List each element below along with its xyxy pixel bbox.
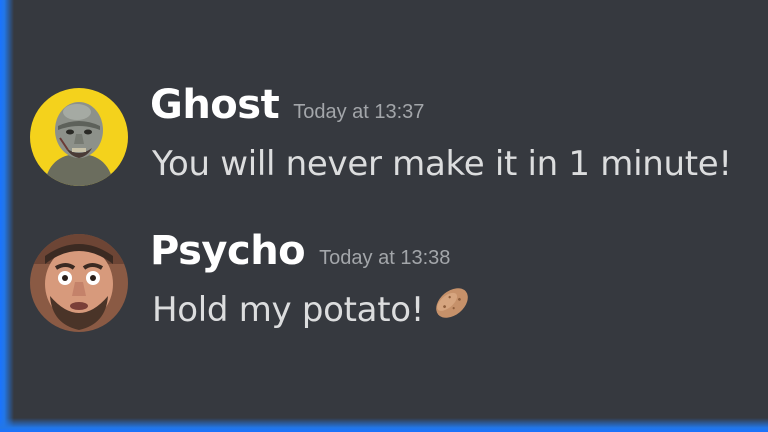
message-text: You will never make it in 1 minute! bbox=[152, 144, 732, 184]
message-text: Hold my potato! bbox=[152, 288, 472, 332]
chat-message[interactable]: Ghost Today at 13:37 You will never make … bbox=[30, 82, 768, 192]
username[interactable]: Psycho bbox=[150, 228, 306, 274]
psycho-avatar[interactable] bbox=[30, 234, 128, 332]
chat-window: Ghost Today at 13:37 You will never make … bbox=[0, 0, 768, 432]
message-header: Ghost Today at 13:37 bbox=[150, 82, 424, 128]
potato-icon bbox=[432, 283, 472, 332]
message-header: Psycho Today at 13:38 bbox=[150, 228, 450, 274]
chat-message[interactable]: Psycho Today at 13:38 Hold my potato! bbox=[30, 228, 768, 338]
edge-glow-bottom bbox=[0, 418, 768, 432]
timestamp: Today at 13:37 bbox=[293, 101, 425, 123]
username[interactable]: Ghost bbox=[150, 82, 280, 128]
edge-glow-left bbox=[0, 0, 14, 432]
ghost-avatar[interactable] bbox=[30, 88, 128, 186]
message-text-value: Hold my potato! bbox=[152, 290, 425, 330]
timestamp: Today at 13:38 bbox=[319, 247, 451, 269]
